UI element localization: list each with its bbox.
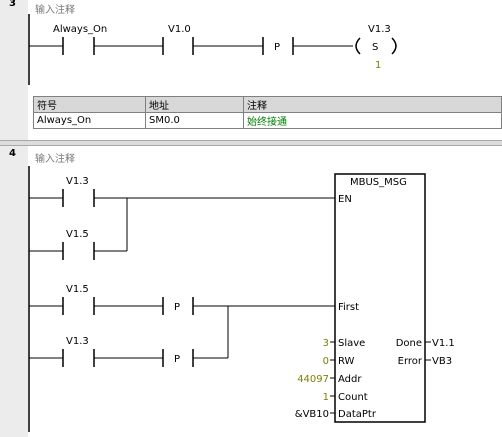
block-input-value[interactable]: 1 — [323, 392, 329, 403]
network4-edge-label-1: P — [174, 302, 180, 313]
network3-contact-address[interactable]: V1.0 — [168, 24, 191, 35]
block-output-label: Error — [398, 356, 423, 367]
block-input-label: DataPtr — [338, 409, 377, 420]
network3-edge-label: P — [274, 42, 280, 53]
comment-cell: 始终接通 — [243, 112, 502, 129]
block-input-value[interactable]: 44097 — [297, 374, 329, 385]
network3-coil-count[interactable]: 1 — [375, 60, 381, 71]
symbol-table: 符号 地址 注释 Always_On SM0.0 始终接通 — [33, 96, 502, 129]
network4-rungs — [29, 173, 431, 423]
block-output-value[interactable]: VB3 — [432, 356, 452, 367]
block-input-label: Count — [338, 392, 368, 403]
block-output-label: Done — [396, 338, 422, 349]
network3-contact-symbol[interactable]: Always_On — [53, 24, 107, 35]
symbol-cell: Always_On — [33, 112, 146, 129]
ladder-diagram: Always_On V1.0 P V1.3 S 1 V1.3 V1.5 V1.5… — [28, 14, 455, 432]
address-cell: SM0.0 — [145, 112, 244, 129]
network3-coil-label: S — [372, 42, 378, 53]
symbol-table-header: 注释 — [243, 96, 502, 113]
block-input-value[interactable]: &VB10 — [295, 409, 329, 420]
network3-coil-address[interactable]: V1.3 — [368, 24, 391, 35]
network4-contact-1[interactable]: V1.3 — [66, 176, 89, 187]
symbol-table-header: 地址 — [145, 96, 244, 113]
block-input-label: RW — [338, 356, 355, 367]
block-input-value[interactable]: 3 — [323, 338, 329, 349]
table-row[interactable]: Always_On SM0.0 始终接通 — [33, 112, 502, 129]
network4-contact-2[interactable]: V1.5 — [66, 229, 89, 240]
block-title[interactable]: MBUS_MSG — [350, 177, 407, 188]
block-first-label: First — [338, 302, 359, 313]
network4-edge-label-2: P — [174, 354, 180, 365]
block-input-value[interactable]: 0 — [323, 356, 329, 367]
network4-contact-3[interactable]: V1.5 — [66, 284, 89, 295]
symbol-table-header: 符号 — [33, 96, 146, 113]
network4-contact-4[interactable]: V1.3 — [66, 336, 89, 347]
block-input-label: Slave — [338, 338, 365, 349]
network3-rung — [29, 37, 397, 55]
block-en-label: EN — [338, 194, 352, 205]
block-output-value[interactable]: V1.1 — [432, 338, 455, 349]
block-input-label: Addr — [338, 374, 362, 385]
